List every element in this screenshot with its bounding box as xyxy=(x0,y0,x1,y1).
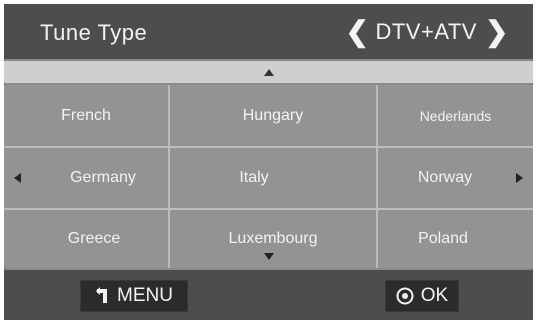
tune-type-selector[interactable]: ❮ DTV+ATV ❯ xyxy=(345,13,508,51)
country-option[interactable]: Norway xyxy=(378,148,512,208)
menu-button[interactable]: MENU xyxy=(80,280,188,312)
country-option[interactable]: Poland xyxy=(378,210,508,268)
chevron-left-icon[interactable]: ❮ xyxy=(345,18,368,46)
country-label: Luxembourg xyxy=(228,230,318,247)
tune-type-value: DTV+ATV xyxy=(375,19,477,44)
country-option[interactable]: French xyxy=(4,85,168,146)
country-label: Norway xyxy=(417,169,473,186)
country-label: Germany xyxy=(70,169,136,186)
circle-dot-icon xyxy=(396,287,414,305)
triangle-left-icon[interactable] xyxy=(14,173,21,183)
return-arrow-icon xyxy=(95,287,111,305)
header-bar: Tune Type ❮ DTV+ATV ❯ xyxy=(4,4,533,59)
country-option[interactable]: Nederlands xyxy=(378,85,533,146)
country-option[interactable]: Greece xyxy=(4,210,184,268)
country-option[interactable]: Italy xyxy=(170,148,338,208)
triangle-right-icon[interactable] xyxy=(516,173,523,183)
country-label: Hungary xyxy=(242,106,304,124)
page-title: Tune Type xyxy=(40,20,148,45)
ok-button[interactable]: OK xyxy=(385,280,459,312)
country-label: Nederlands xyxy=(419,107,492,124)
scroll-up-button[interactable] xyxy=(4,61,533,83)
country-label: Italy xyxy=(239,169,269,186)
country-label: Poland xyxy=(418,230,468,247)
chevron-right-icon[interactable]: ❯ xyxy=(485,18,508,46)
triangle-down-icon[interactable] xyxy=(264,253,274,260)
triangle-up-icon xyxy=(263,68,274,76)
ok-button-label: OK xyxy=(420,285,449,306)
country-label: Greece xyxy=(67,230,121,247)
menu-button-label: MENU xyxy=(117,285,173,306)
country-option[interactable]: Germany xyxy=(4,148,194,208)
country-label: French xyxy=(61,106,111,124)
country-option[interactable]: Hungary xyxy=(170,85,376,146)
